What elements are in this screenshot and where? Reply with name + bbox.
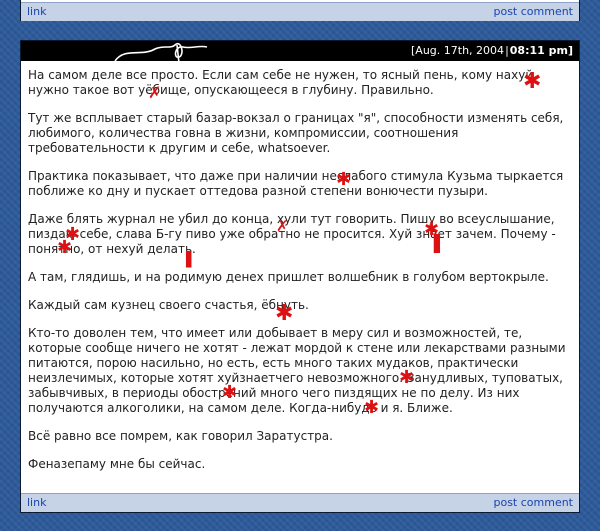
entry-paragraph: Кто-то доволен тем, что имеет или добыва…: [28, 326, 566, 415]
censor-scribble-icon: ✱: [222, 382, 238, 403]
entry-paragraph: А там, глядишь, и на родимую денех пришл…: [28, 270, 549, 284]
post-comment-link[interactable]: post comment: [493, 3, 573, 21]
censor-scribble-icon: ✱: [364, 397, 380, 418]
squiggle-doodle-icon: [114, 42, 208, 61]
entry-footer: link post comment: [21, 493, 579, 512]
entry-paragraph: Феназепаму мне бы сейчас.: [28, 457, 206, 471]
previous-entry-footer-panel: link post comment: [20, 0, 580, 21]
entry-date: [Aug. 17th, 2004|08:11 pm]: [411, 41, 573, 61]
censor-scribble-icon: ✱: [336, 169, 352, 190]
censor-scribble-icon: ✗: [148, 83, 162, 102]
entry-body: На самом деле все просто. Если сам себе …: [28, 68, 571, 485]
date-separator: |: [505, 44, 509, 57]
entry-paragraph: Каждый сам кузнец своего счастья, ёбнуть…: [28, 298, 309, 312]
censor-scribble-icon: ✱: [275, 301, 294, 326]
censor-scribble-icon: ✗: [276, 217, 289, 235]
post-comment-link[interactable]: post comment: [493, 494, 573, 512]
journal-entry: [Aug. 17th, 2004|08:11 pm] На самом деле…: [20, 40, 580, 513]
censor-scribble-icon: ▌: [186, 252, 197, 268]
censor-scribble-icon: ✱: [57, 237, 73, 258]
link-link[interactable]: link: [27, 494, 46, 512]
entry-header: [Aug. 17th, 2004|08:11 pm]: [21, 41, 579, 61]
censor-scribble-icon: ✱: [399, 367, 415, 388]
entry-paragraph: На самом деле все просто. Если сам себе …: [28, 68, 534, 97]
link-link[interactable]: link: [27, 3, 46, 21]
previous-entry-footer: link post comment: [21, 2, 579, 21]
censor-scribble-icon: ▌: [434, 234, 447, 253]
entry-paragraph: Даже блять журнал не убил до конца, хули…: [28, 212, 556, 256]
entry-time: 08:11 pm]: [509, 44, 573, 57]
entry-paragraph: Практика показывает, что даже при наличи…: [28, 169, 564, 198]
entry-paragraph: Тут же всплывает старый базар-вокзал о г…: [28, 111, 564, 155]
entry-paragraph: Всё равно все помрем, как говорил Зарату…: [28, 429, 333, 443]
entry-date-text: [Aug. 17th, 2004: [411, 44, 505, 57]
censor-scribble-icon: ✱: [523, 69, 542, 94]
